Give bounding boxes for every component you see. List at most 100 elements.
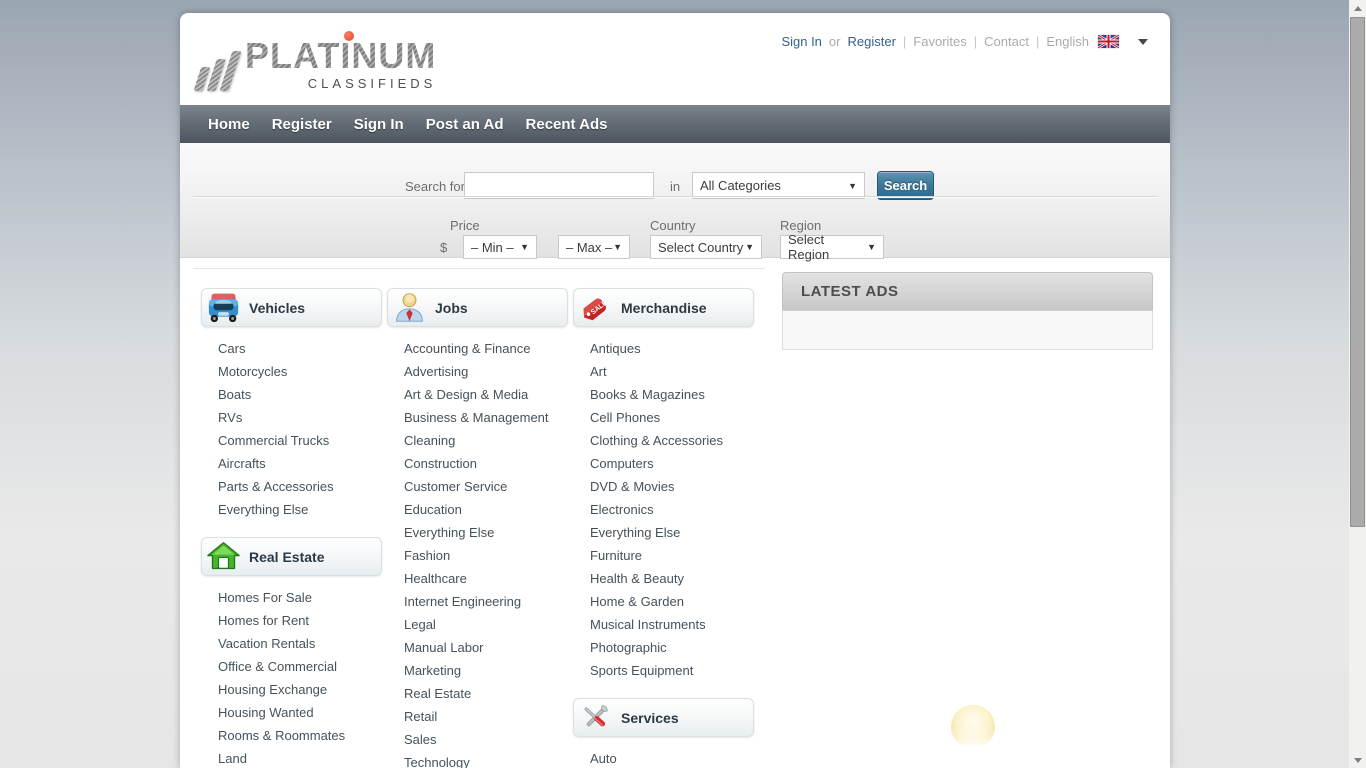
scroll-down-button[interactable] [1349, 752, 1366, 768]
category-link[interactable]: Legal [387, 613, 568, 636]
price-label: Price [450, 218, 480, 233]
vehicles-category-header[interactable]: Vehicles [201, 288, 382, 327]
category-link[interactable]: Photographic [573, 636, 754, 659]
category-link[interactable]: Cell Phones [573, 406, 754, 429]
main-nav: HomeRegisterSign InPost an AdRecent Ads [180, 105, 1170, 143]
category-link[interactable]: Customer Service [387, 475, 568, 498]
category-link[interactable]: Boats [201, 383, 382, 406]
category-link[interactable]: Marketing [387, 659, 568, 682]
language-dropdown-caret-icon[interactable] [1138, 39, 1148, 45]
category-link[interactable]: Art & Design & Media [387, 383, 568, 406]
category-link[interactable]: Technology [387, 751, 568, 768]
category-link[interactable]: Cars [201, 337, 382, 360]
category-link[interactable]: Antiques [573, 337, 754, 360]
topbar-register-link[interactable]: Register [847, 34, 895, 49]
arrow-down-icon [1354, 758, 1362, 763]
country-select[interactable]: Select Country ▼ [650, 235, 762, 259]
price-min-select[interactable]: – Min – ▼ [463, 235, 537, 259]
category-link[interactable]: Internet Engineering [387, 590, 568, 613]
nav-item[interactable]: Register [261, 116, 343, 133]
chevron-down-icon: ▼ [520, 242, 529, 252]
category-link[interactable]: Manual Labor [387, 636, 568, 659]
latest-ads-panel: LATEST ADS [782, 272, 1153, 350]
category-link[interactable]: Home & Garden [573, 590, 754, 613]
topbar-sign-in-link[interactable]: Sign In [781, 34, 821, 49]
category-link[interactable]: Homes for Rent [201, 609, 382, 632]
site-logo[interactable]: PLATINUM CLASSIFIEDS [200, 37, 436, 91]
category-link[interactable]: Vacation Rentals [201, 632, 382, 655]
category-link[interactable]: Real Estate [387, 682, 568, 705]
sun-glow-decoration [951, 705, 995, 749]
latest-ads-title: LATEST ADS [782, 272, 1153, 310]
category-link[interactable]: Parts & Accessories [201, 475, 382, 498]
scroll-up-button[interactable] [1349, 0, 1366, 16]
category-column-3: SALE Merchandise AntiquesArtBooks & Maga… [573, 288, 754, 768]
category-link[interactable]: Everything Else [573, 521, 754, 544]
price-max-select[interactable]: – Max – ▼ [558, 235, 630, 259]
category-link[interactable]: Healthcare [387, 567, 568, 590]
category-link[interactable]: Construction [387, 452, 568, 475]
category-link[interactable]: Computers [573, 452, 754, 475]
category-select[interactable]: All Categories ▼ [692, 172, 865, 199]
category-link[interactable]: Everything Else [387, 521, 568, 544]
category-link[interactable]: Education [387, 498, 568, 521]
category-link[interactable]: Commercial Trucks [201, 429, 382, 452]
vertical-scrollbar[interactable] [1349, 0, 1366, 768]
topbar-favorites-link[interactable]: Favorites [913, 34, 966, 49]
real-estate-category-list: Homes For SaleHomes for RentVacation Ren… [201, 586, 382, 768]
category-link[interactable]: Health & Beauty [573, 567, 754, 590]
search-input[interactable] [464, 172, 654, 199]
category-link[interactable]: Advertising [387, 360, 568, 383]
scrollbar-thumb[interactable] [1350, 17, 1365, 527]
person-icon [393, 291, 426, 324]
category-link[interactable]: Land [201, 747, 382, 768]
category-column-1: Vehicles CarsMotorcyclesBoatsRVsCommerci… [201, 288, 382, 768]
jobs-category-header[interactable]: Jobs [387, 288, 568, 327]
category-link[interactable]: Rooms & Roommates [201, 724, 382, 747]
category-link[interactable]: Housing Exchange [201, 678, 382, 701]
chevron-down-icon: ▼ [867, 242, 876, 252]
brand-block: PLATINUM CLASSIFIEDS [245, 37, 436, 91]
jobs-category-title: Jobs [435, 300, 468, 316]
category-link[interactable]: Motorcycles [201, 360, 382, 383]
nav-item[interactable]: Post an Ad [415, 116, 515, 133]
category-link[interactable]: Fashion [387, 544, 568, 567]
services-category-header[interactable]: Services [573, 698, 754, 737]
logo-stripes-icon [194, 51, 242, 91]
sale-tag-icon: SALE [579, 291, 612, 324]
real-estate-category-header[interactable]: Real Estate [201, 537, 382, 576]
category-link[interactable]: Cleaning [387, 429, 568, 452]
topbar-language-link[interactable]: English [1046, 34, 1089, 49]
merchandise-category-header[interactable]: SALE Merchandise [573, 288, 754, 327]
category-link[interactable]: Sales [387, 728, 568, 751]
vehicles-category-list: CarsMotorcyclesBoatsRVsCommercial Trucks… [201, 337, 382, 521]
category-link[interactable]: Aircrafts [201, 452, 382, 475]
arrow-up-icon [1354, 6, 1362, 11]
chevron-down-icon: ▼ [745, 242, 754, 252]
category-link[interactable]: Everything Else [201, 498, 382, 521]
category-link[interactable]: Clothing & Accessories [573, 429, 754, 452]
category-link[interactable]: Business & Management [387, 406, 568, 429]
nav-item[interactable]: Home [197, 116, 261, 133]
nav-item[interactable]: Recent Ads [515, 116, 619, 133]
uk-flag-icon[interactable] [1098, 35, 1119, 48]
separator: | [903, 34, 906, 49]
category-link[interactable]: Retail [387, 705, 568, 728]
category-link[interactable]: Books & Magazines [573, 383, 754, 406]
category-link[interactable]: Sports Equipment [573, 659, 754, 682]
nav-item[interactable]: Sign In [343, 116, 415, 133]
category-link[interactable]: Homes For Sale [201, 586, 382, 609]
category-link[interactable]: Art [573, 360, 754, 383]
category-link[interactable]: RVs [201, 406, 382, 429]
services-category-list: AutoChild & Elder Care [573, 747, 754, 768]
region-select[interactable]: Select Region ▼ [780, 235, 884, 259]
topbar-contact-link[interactable]: Contact [984, 34, 1029, 49]
category-link[interactable]: Housing Wanted [201, 701, 382, 724]
category-link[interactable]: DVD & Movies [573, 475, 754, 498]
category-link[interactable]: Office & Commercial [201, 655, 382, 678]
category-link[interactable]: Accounting & Finance [387, 337, 568, 360]
category-link[interactable]: Musical Instruments [573, 613, 754, 636]
category-link[interactable]: Auto [573, 747, 754, 768]
category-link[interactable]: Electronics [573, 498, 754, 521]
category-link[interactable]: Furniture [573, 544, 754, 567]
